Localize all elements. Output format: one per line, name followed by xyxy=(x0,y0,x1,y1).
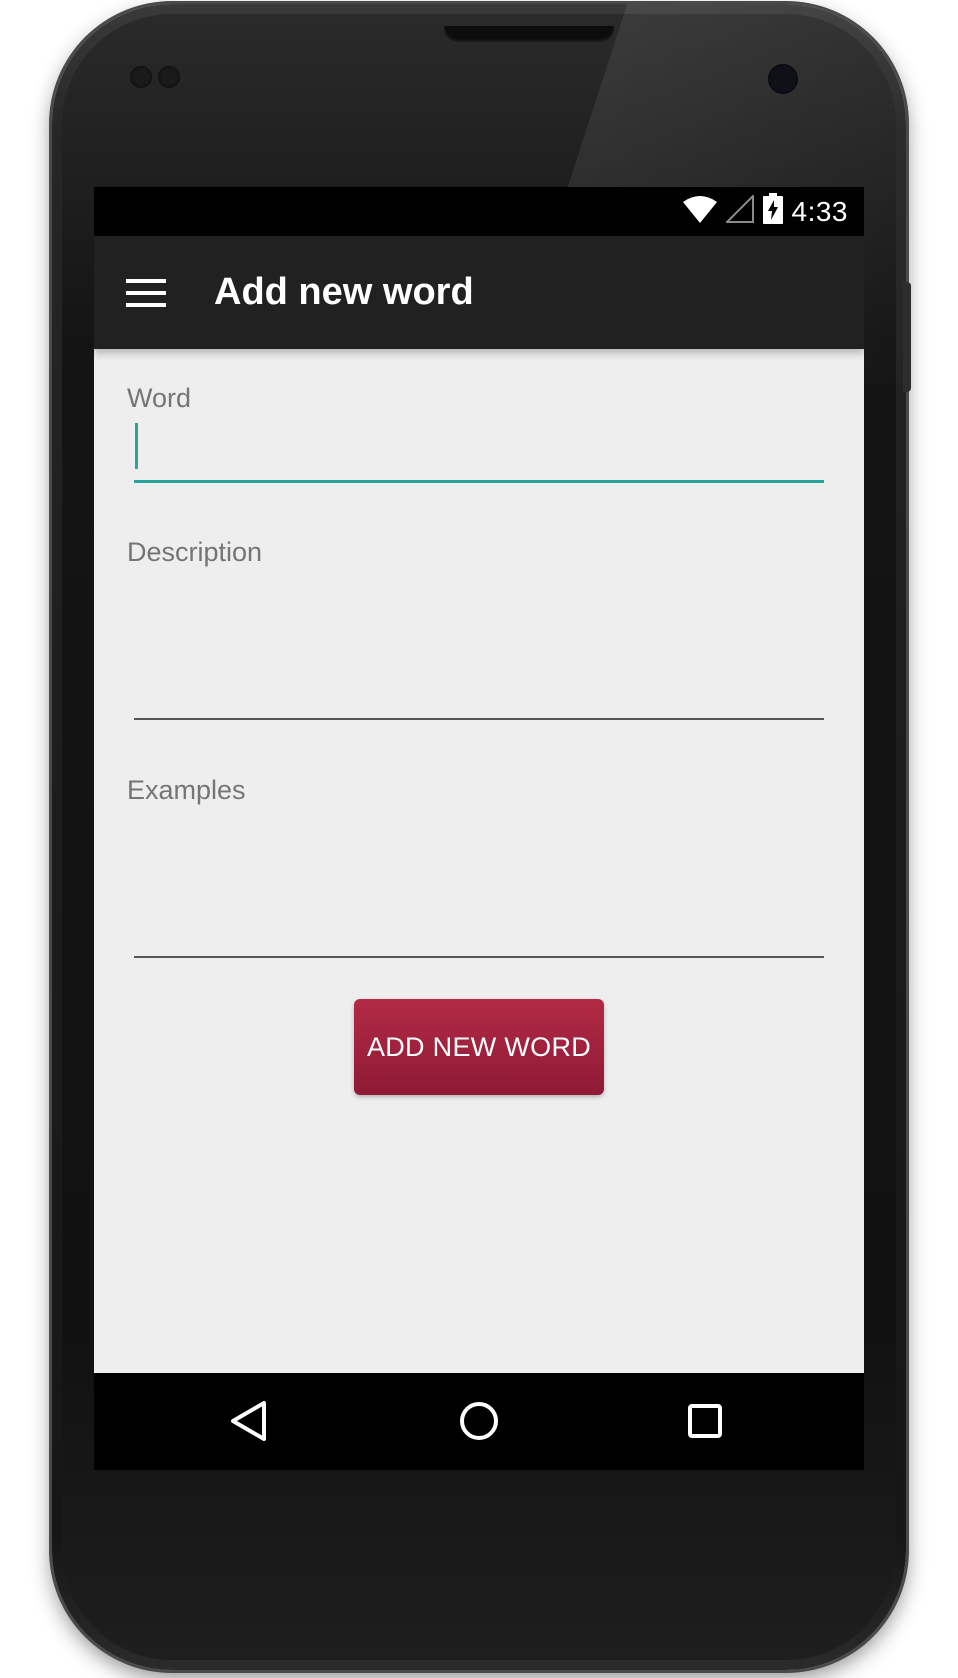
app-bar: Add new word xyxy=(94,236,864,349)
back-icon[interactable] xyxy=(220,1391,280,1451)
add-new-word-button[interactable]: ADD NEW WORD xyxy=(354,999,604,1095)
examples-field-underline xyxy=(134,956,824,958)
examples-field[interactable] xyxy=(134,819,824,949)
word-field-underline xyxy=(134,480,824,483)
home-icon[interactable] xyxy=(449,1391,509,1451)
earpiece-speaker xyxy=(444,26,614,42)
front-camera xyxy=(768,64,798,94)
light-sensor xyxy=(158,66,180,88)
hamburger-menu-icon[interactable] xyxy=(124,273,168,313)
battery-charging-icon xyxy=(762,193,784,230)
description-label: Description xyxy=(127,537,263,567)
device-screen: 4:33 Add new word Word Description Examp… xyxy=(94,187,864,1470)
navigation-bar xyxy=(94,1373,864,1470)
word-label: Word xyxy=(127,383,192,413)
device-frame: 4:33 Add new word Word Description Examp… xyxy=(0,0,958,1678)
word-field[interactable] xyxy=(134,421,824,471)
recents-icon[interactable] xyxy=(675,1391,735,1451)
description-field[interactable] xyxy=(134,581,824,711)
status-icons: 4:33 xyxy=(682,187,849,236)
examples-label: Examples xyxy=(127,775,246,805)
proximity-sensor xyxy=(130,66,152,88)
status-time: 4:33 xyxy=(791,195,848,227)
page-title: Add new word xyxy=(214,271,474,313)
add-word-form: Word Description Examples ADD NEW WORD xyxy=(94,349,864,1362)
power-button[interactable] xyxy=(903,282,911,392)
description-field-underline xyxy=(134,718,824,720)
cell-signal-icon xyxy=(724,193,754,228)
status-bar: 4:33 xyxy=(94,187,864,236)
wifi-icon xyxy=(682,194,718,229)
